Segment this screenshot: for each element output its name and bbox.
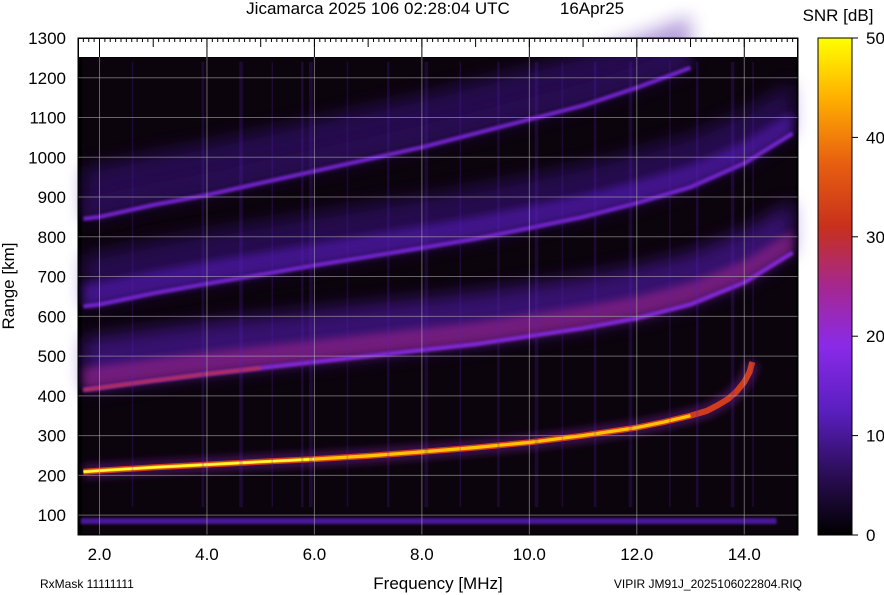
colorbar-ticks: 0 10 20 30 40 50 bbox=[852, 29, 884, 545]
streak bbox=[497, 61, 500, 508]
y-tick-label: 1100 bbox=[29, 109, 66, 128]
streak bbox=[300, 61, 304, 508]
y-tick-label: 700 bbox=[38, 268, 66, 287]
y-tick-label: 200 bbox=[38, 466, 66, 485]
top-tick-marks bbox=[79, 38, 799, 57]
y-tick-label: 400 bbox=[38, 387, 66, 406]
x-axis-label: Frequency [MHz] bbox=[373, 574, 502, 593]
streak bbox=[459, 61, 462, 508]
rxmask-label: RxMask 11111111 bbox=[40, 577, 134, 591]
x-axis-ticks: 2.0 4.0 6.0 8.0 10.0 12.0 14.0 bbox=[88, 545, 761, 564]
streak bbox=[695, 61, 699, 508]
noise-band bbox=[80, 518, 777, 525]
streak bbox=[534, 61, 539, 508]
streak bbox=[271, 61, 274, 508]
colorbar-tick-label: 10 bbox=[866, 427, 884, 446]
x-tick-label: 6.0 bbox=[303, 545, 327, 564]
streak bbox=[628, 61, 633, 508]
colorbar-tick-label: 40 bbox=[866, 128, 884, 147]
colorbar-tick-label: 0 bbox=[866, 526, 875, 545]
streak bbox=[346, 61, 349, 508]
colorbar-tick-label: 50 bbox=[866, 29, 884, 48]
y-tick-label: 1000 bbox=[28, 148, 66, 167]
y-tick-label: 800 bbox=[38, 228, 66, 247]
streak bbox=[131, 61, 134, 508]
x-tick-label: 10.0 bbox=[513, 545, 546, 564]
streak bbox=[669, 61, 671, 508]
streak bbox=[730, 61, 735, 508]
x-tick-label: 2.0 bbox=[88, 545, 112, 564]
streak bbox=[752, 61, 754, 508]
ionogram-chart: Jicamarca 2025 106 02:28:04 UTC 16Apr25 … bbox=[0, 0, 884, 593]
colorbar bbox=[817, 37, 853, 536]
y-tick-label: 900 bbox=[38, 188, 66, 207]
x-tick-label: 14.0 bbox=[728, 545, 761, 564]
colorbar-tick-label: 30 bbox=[866, 228, 884, 247]
y-tick-label: 1300 bbox=[28, 29, 66, 48]
y-tick-label: 100 bbox=[38, 506, 66, 525]
streak bbox=[561, 61, 564, 508]
y-tick-label: 300 bbox=[38, 427, 66, 446]
x-tick-label: 12.0 bbox=[620, 545, 653, 564]
colorbar-label: SNR [dB] bbox=[803, 6, 874, 25]
colorbar-tick-label: 20 bbox=[866, 327, 884, 346]
streak bbox=[201, 61, 205, 508]
y-tick-label: 600 bbox=[38, 307, 66, 326]
y-tick-label: 1200 bbox=[28, 69, 66, 88]
x-tick-label: 8.0 bbox=[410, 545, 434, 564]
streak bbox=[386, 61, 390, 508]
chart-title: Jicamarca 2025 106 02:28:04 UTC bbox=[246, 0, 510, 18]
streak bbox=[239, 61, 243, 508]
y-tick-label: 500 bbox=[38, 347, 66, 366]
streak bbox=[309, 61, 313, 508]
date-label: 16Apr25 bbox=[560, 0, 624, 18]
streak bbox=[424, 61, 429, 508]
y-axis-label: Range [km] bbox=[0, 243, 18, 330]
file-label: VIPIR JM91J_2025106022804.RIQ bbox=[614, 577, 802, 591]
streak bbox=[593, 61, 597, 508]
y-axis-ticks: 100 200 300 400 500 600 700 800 900 1000 1100 1200 1… bbox=[28, 29, 66, 525]
x-tick-label: 4.0 bbox=[195, 545, 219, 564]
